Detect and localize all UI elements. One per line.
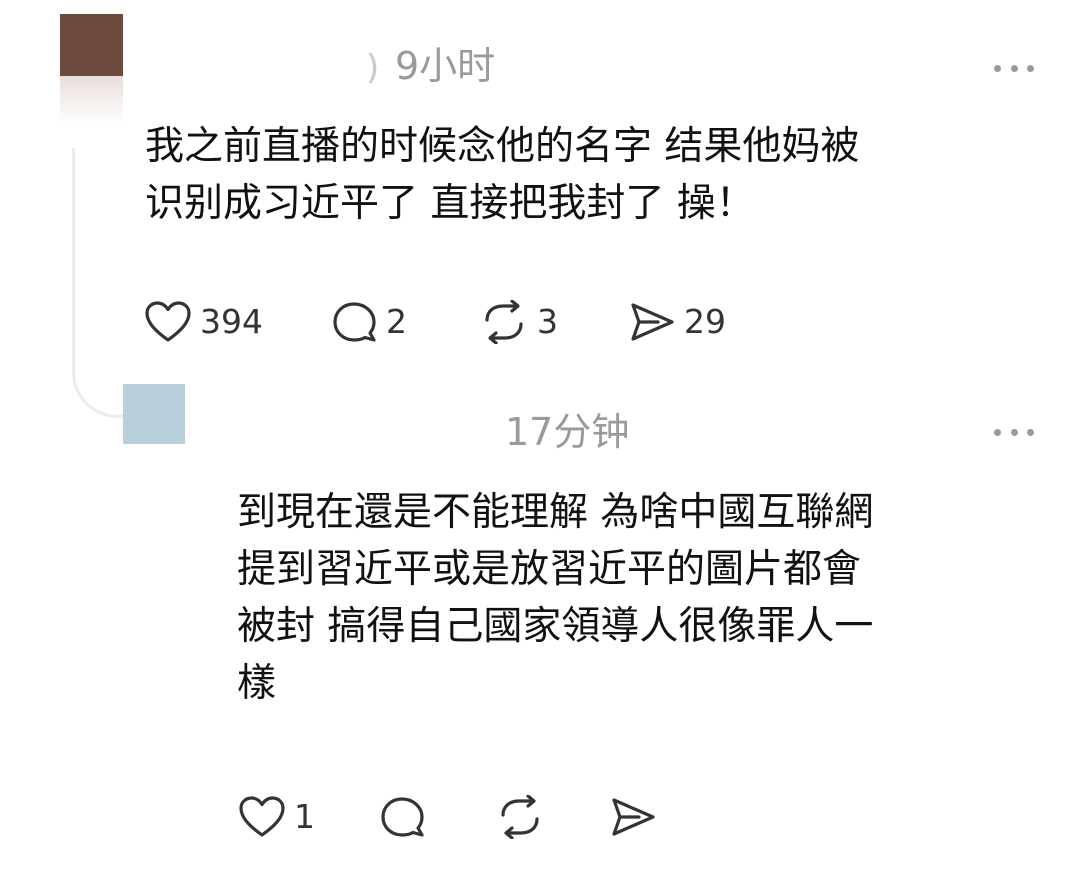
heart-icon xyxy=(145,301,191,342)
thread-line xyxy=(72,148,132,418)
repost-icon xyxy=(501,795,539,839)
comment-text-line: 识别成习近平了 直接把我封了 操！ xyxy=(145,181,755,226)
comment-text-line: 到現在還是不能理解 為啥中國互聯網 xyxy=(237,490,874,535)
timestamp: 17分钟 xyxy=(505,410,630,454)
share-button[interactable]: 29 xyxy=(628,300,726,344)
more-icon[interactable] xyxy=(994,426,1034,438)
like-button[interactable]: 1 xyxy=(238,795,315,839)
reply-button[interactable] xyxy=(380,795,426,839)
send-icon xyxy=(612,798,655,836)
comment-text-line: 提到習近平或是放習近平的圖片都會 xyxy=(237,547,862,592)
comment-text: 我之前直播的时候念他的名字 结果他妈被 识别成习近平了 直接把我封了 操！ xyxy=(145,118,1045,232)
repost-icon xyxy=(485,300,523,344)
comment-text: 到現在還是不能理解 為啥中國互聯網 提到習近平或是放習近平的圖片都會 被封 搞得… xyxy=(237,484,1037,712)
heart-icon xyxy=(239,796,285,837)
speech-bubble-icon xyxy=(333,302,376,342)
reply-count: 2 xyxy=(386,302,407,341)
more-icon[interactable] xyxy=(994,62,1034,74)
repost-count: 3 xyxy=(537,302,558,341)
avatar[interactable] xyxy=(60,14,123,76)
like-count: 394 xyxy=(200,302,263,341)
like-count: 1 xyxy=(294,797,315,836)
share-count: 29 xyxy=(684,302,726,341)
repost-button[interactable] xyxy=(495,795,545,839)
repost-button[interactable]: 3 xyxy=(479,300,558,344)
reply-button[interactable]: 2 xyxy=(332,300,407,344)
avatar[interactable] xyxy=(123,384,185,444)
share-button[interactable] xyxy=(609,795,657,839)
comment-text-line: 我之前直播的时候念他的名字 结果他妈被 xyxy=(145,124,860,169)
comment-text-line: 被封 搞得自己國家領導人很像罪人一 xyxy=(237,604,874,649)
timestamp: 9小时 xyxy=(395,44,496,88)
speech-bubble-icon xyxy=(381,797,424,837)
comment-text-line: 樣 xyxy=(237,661,277,706)
username-fragment[interactable]: ) xyxy=(366,48,379,88)
like-button[interactable]: 394 xyxy=(144,300,263,344)
avatar-shadow xyxy=(60,76,123,124)
send-icon xyxy=(631,303,674,341)
